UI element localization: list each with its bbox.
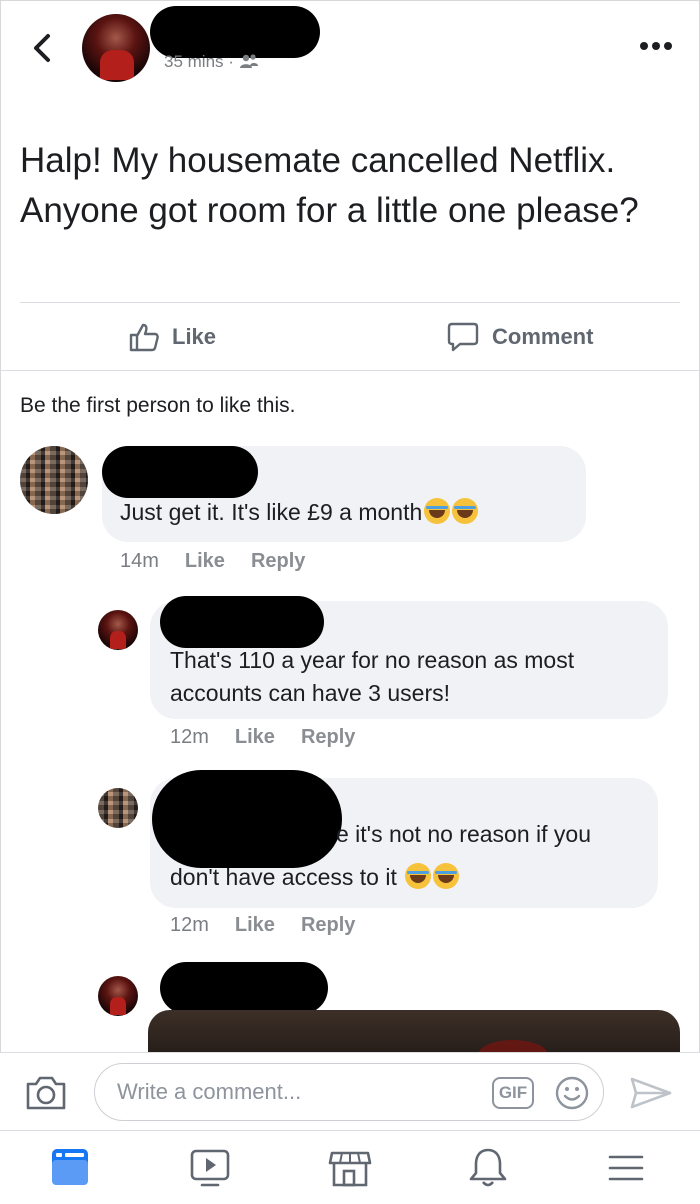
reply-avatar[interactable] [98,788,138,828]
redacted-commenter-name [160,596,324,648]
nav-watch[interactable] [186,1145,234,1191]
author-avatar[interactable] [82,14,150,82]
redacted-commenter-name [160,962,328,1014]
emoji-picker-button[interactable] [554,1075,590,1111]
comment-time: 14m [120,550,159,572]
feed-icon [52,1149,88,1185]
menu-icon [608,1155,644,1181]
redacted-author-name [150,6,320,58]
post-time[interactable]: 35 mins [164,52,224,71]
reply-meta: 12m Like Reply [170,914,355,937]
like-label: Like [172,324,217,349]
commenter-avatar[interactable] [20,446,88,514]
gif-button[interactable]: GIF [492,1077,534,1109]
like-button[interactable]: Like [128,316,216,358]
reply-time: 12m [170,914,209,936]
reply-reply-link[interactable]: Reply [301,914,355,937]
laughing-emoji-icon [424,498,451,524]
laughing-emoji-icon [405,863,432,889]
reactions-summary: Be the first person to like this. [20,394,296,417]
comment-reply-link[interactable]: Reply [251,550,305,573]
laughing-emoji-icon [452,498,479,524]
reply-like-link[interactable]: Like [235,726,275,749]
watch-icon [190,1149,230,1187]
friends-icon [239,54,258,68]
camera-button[interactable] [24,1073,68,1113]
divider [20,302,680,303]
notifications-icon [469,1148,507,1187]
comment-label: Comment [492,324,594,349]
reply-text: e it's not no reason if you don't have a… [170,821,591,890]
bottom-navigation [0,1130,700,1204]
smiley-icon [555,1076,589,1110]
reply-time: 12m [170,726,209,748]
reply-avatar[interactable] [98,976,138,1016]
reply-like-link[interactable]: Like [235,914,275,937]
nav-menu[interactable] [604,1145,652,1191]
comment-meta: 14m Like Reply [120,550,305,573]
nav-notifications[interactable] [464,1145,512,1191]
post-header: 35 mins · [0,0,700,100]
reply-avatar[interactable] [98,610,138,650]
nav-marketplace[interactable] [326,1145,374,1191]
divider [0,370,700,371]
post-meta: 35 mins · [164,52,259,72]
marketplace-icon [328,1151,372,1187]
redacted-commenter-name [102,446,258,498]
meta-separator: · [228,52,234,71]
comment-icon [447,322,479,352]
post-action-bar: Like Comment [0,304,700,370]
comment-composer: GIF [0,1052,700,1130]
reply-reply-link[interactable]: Reply [301,726,355,749]
comment-text: Just get it. It's like £9 a month [120,496,479,529]
ellipsis-icon [640,42,648,50]
send-button[interactable] [626,1073,674,1113]
laughing-emoji-icon [433,863,460,889]
reply-text: That's 110 a year for no reason as most … [170,647,575,706]
comment-button[interactable]: Comment [446,316,593,358]
more-options-button[interactable] [634,32,678,60]
post-body: Halp! My housemate cancelled Netflix. An… [20,141,639,230]
camera-icon [26,1076,66,1110]
back-button[interactable] [26,28,58,68]
comment-like-link[interactable]: Like [185,550,225,573]
reply-meta: 12m Like Reply [170,726,355,749]
nav-feed[interactable] [48,1145,96,1191]
thumbs-up-icon [129,323,159,352]
send-icon [630,1077,672,1109]
chevron-left-icon [34,34,50,62]
